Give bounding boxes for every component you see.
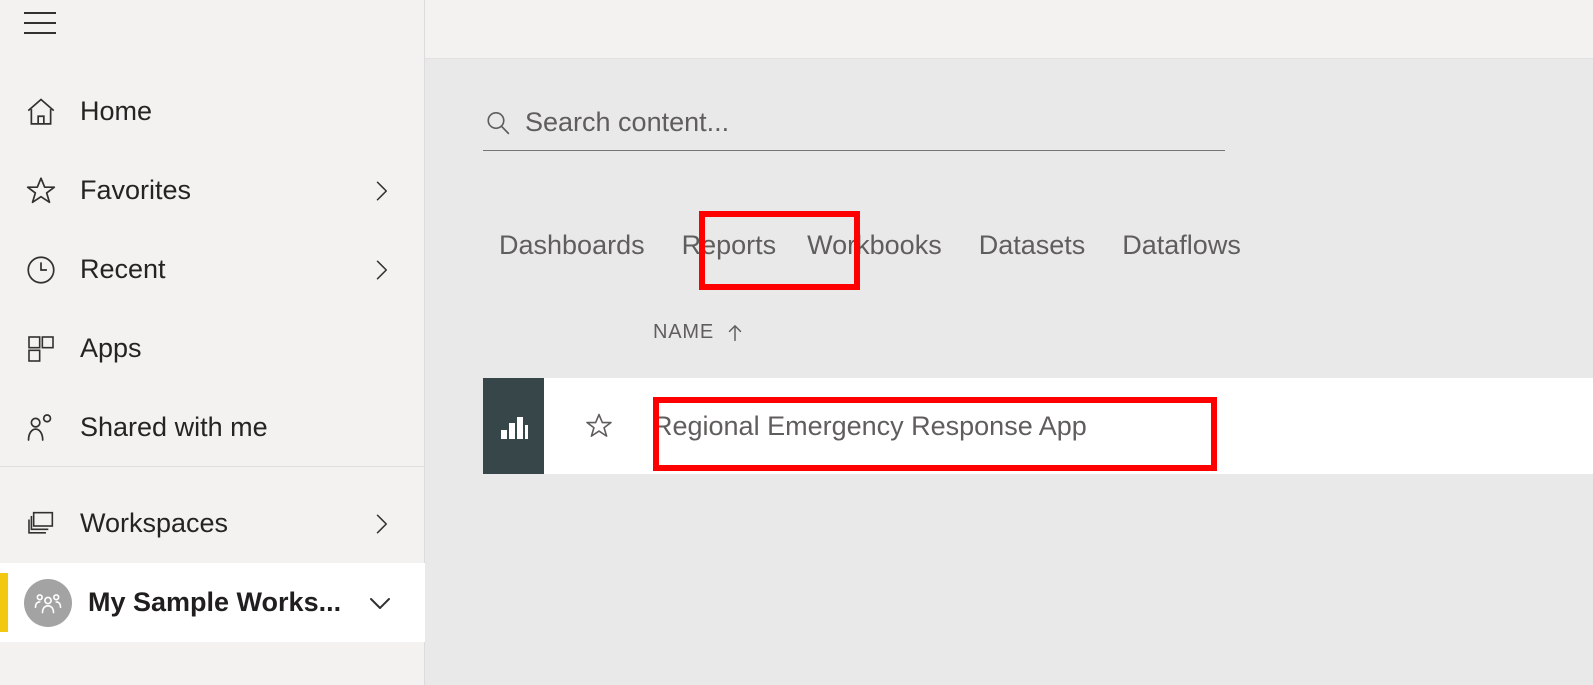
report-bar-chart-icon bbox=[483, 378, 544, 474]
tab-workbooks[interactable]: Workbooks bbox=[807, 222, 942, 268]
sidebar-item-shared-with-me[interactable]: Shared with me bbox=[0, 388, 425, 467]
content-type-tabs: Dashboards Reports Workbooks Datasets Da… bbox=[499, 222, 1241, 268]
sidebar-item-label: Shared with me bbox=[80, 412, 268, 442]
sidebar-divider bbox=[0, 466, 425, 467]
secondary-nav-list: Workspaces My Sample Works... bbox=[0, 484, 425, 642]
home-icon bbox=[22, 93, 60, 131]
tab-datasets[interactable]: Datasets bbox=[979, 222, 1086, 268]
sidebar-item-label: Favorites bbox=[80, 175, 192, 205]
apps-grid-icon bbox=[22, 330, 60, 368]
sidebar-item-recent[interactable]: Recent bbox=[0, 230, 425, 309]
chevron-right-icon[interactable] bbox=[367, 510, 395, 538]
hamburger-bar-2 bbox=[24, 22, 56, 24]
sidebar-item-my-sample-workspace[interactable]: My Sample Works... bbox=[0, 563, 425, 642]
sidebar-item-label: Apps bbox=[80, 333, 142, 363]
workspaces-stack-icon bbox=[22, 505, 60, 543]
chevron-down-icon[interactable] bbox=[365, 588, 395, 618]
hamburger-bar-1 bbox=[24, 12, 56, 14]
tab-dataflows[interactable]: Dataflows bbox=[1122, 222, 1241, 268]
tab-reports[interactable]: Reports bbox=[682, 222, 777, 268]
search-box[interactable] bbox=[483, 95, 1225, 151]
sidebar-item-label: My Sample Works... bbox=[88, 587, 342, 617]
search-input[interactable] bbox=[525, 107, 1225, 138]
column-header-label: NAME bbox=[653, 321, 714, 343]
chevron-right-icon[interactable] bbox=[367, 256, 395, 284]
sidebar-item-label: Home bbox=[80, 96, 153, 126]
selected-accent-bar bbox=[0, 573, 8, 632]
sidebar-item-apps[interactable]: Apps bbox=[0, 309, 425, 388]
sidebar-item-label: Workspaces bbox=[80, 508, 229, 538]
star-icon bbox=[22, 172, 60, 210]
tab-dashboards[interactable]: Dashboards bbox=[499, 222, 645, 268]
arrow-up-icon bbox=[724, 322, 746, 344]
left-navigation-sidebar: Home Favorites Recent Apps Shared with m… bbox=[0, 0, 425, 685]
top-header-bar bbox=[425, 0, 1593, 59]
primary-nav-list: Home Favorites Recent Apps Shared with m… bbox=[0, 72, 425, 467]
table-column-header-name[interactable]: NAME bbox=[653, 321, 746, 344]
report-name-link[interactable]: Regional Emergency Response App bbox=[653, 411, 1087, 442]
sidebar-item-home[interactable]: Home bbox=[0, 72, 425, 151]
main-content-area: Dashboards Reports Workbooks Datasets Da… bbox=[425, 0, 1593, 685]
hamburger-bar-3 bbox=[24, 32, 56, 34]
people-share-icon bbox=[22, 409, 60, 447]
table-row[interactable]: Regional Emergency Response App bbox=[483, 378, 1593, 474]
sidebar-item-label: Recent bbox=[80, 254, 166, 284]
star-outline-icon[interactable] bbox=[569, 410, 629, 442]
sidebar-item-favorites[interactable]: Favorites bbox=[0, 151, 425, 230]
hamburger-icon[interactable] bbox=[24, 12, 56, 34]
search-icon bbox=[483, 108, 517, 138]
clock-icon bbox=[22, 251, 60, 289]
sidebar-item-workspaces[interactable]: Workspaces bbox=[0, 484, 425, 563]
power-bi-content-browser: Home Favorites Recent Apps Shared with m… bbox=[0, 0, 1593, 685]
chevron-right-icon[interactable] bbox=[367, 177, 395, 205]
group-avatar-icon bbox=[24, 578, 72, 627]
